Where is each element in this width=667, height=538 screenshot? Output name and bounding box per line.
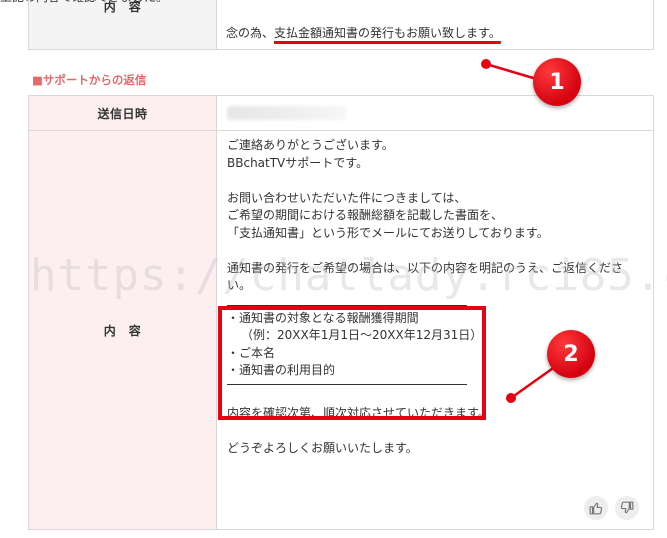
annotation-badge-2: 2 xyxy=(547,330,595,378)
reply-date-value xyxy=(217,96,653,130)
dislike-button[interactable] xyxy=(615,496,639,520)
reply-line: お問い合わせいただいた件につきましては、 xyxy=(227,190,467,205)
annotation-badge-1: 1 xyxy=(533,58,581,106)
previous-message-highlight: 支払金額通知書の発行もお願い致します。 xyxy=(274,26,501,40)
reply-line: ご連絡ありがとうございます。 xyxy=(227,138,394,152)
previous-message-line: 念の為、支払金額通知書の発行もお願い致します。 xyxy=(226,24,501,41)
highlight-box xyxy=(218,306,486,420)
annotation-pointer xyxy=(506,393,516,403)
section-title: ■サポートからの返信 xyxy=(32,73,147,87)
previous-message-line-partial: 上記の内容で確認できました。 xyxy=(0,0,168,50)
reply-line: 通知書の発行をご希望の場合は、以下の内容を明記のうえ、ご返信ください。 xyxy=(227,260,624,293)
reply-date-header: 送信日時 xyxy=(29,96,217,130)
reply-line: 「支払通知書」という形でメールにてお送りしております。 xyxy=(227,225,549,240)
thumbs-up-icon xyxy=(589,502,603,515)
previous-message-prefix: 念の為、 xyxy=(226,26,275,40)
reply-body-header: 内 容 xyxy=(29,131,217,529)
reply-line: BBchatTVサポートです。 xyxy=(227,155,369,170)
blurred-date xyxy=(227,106,347,120)
thumbs-down-icon xyxy=(620,501,634,514)
like-button[interactable] xyxy=(584,496,608,520)
reply-line: どうぞよろしくお願いいたします。 xyxy=(227,440,418,455)
reply-line: ご希望の期間における報酬総額を記載した書面を、 xyxy=(227,208,504,222)
annotation-pointer xyxy=(481,59,491,69)
